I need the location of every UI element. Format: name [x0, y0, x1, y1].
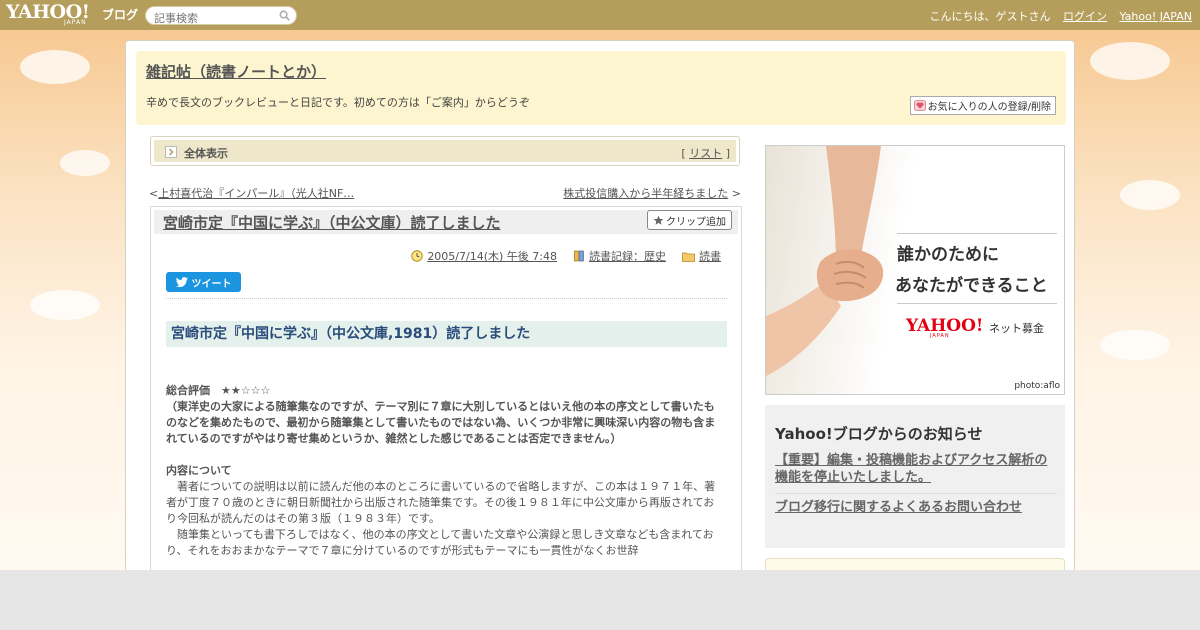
cloud-decoration	[60, 150, 110, 176]
logo-blog: ブログ	[102, 8, 139, 22]
cloud-decoration	[1100, 330, 1170, 360]
article-meta: 2005/7/14(木) 午後 7:48 読書記録：歴史 読書	[411, 248, 721, 264]
ad-banner[interactable]: 誰かのために あなたができること YAHOO! JAPAN ネット募金 phot…	[765, 145, 1065, 395]
content-heading: 内容について	[166, 464, 232, 477]
logo-sub: JAPAN	[64, 19, 87, 26]
news-divider	[775, 493, 1057, 494]
rating-note: （東洋史の大家による随筆集なのですが、テーマ別に７章に大別しているとはいえ他の本…	[166, 400, 716, 445]
cloud-decoration	[1090, 42, 1170, 80]
divider	[166, 298, 727, 299]
article-folder-link[interactable]: 読書	[699, 248, 721, 264]
cloud-decoration	[20, 50, 90, 84]
page-footer-background	[0, 570, 1200, 630]
list-link[interactable]: リスト	[689, 147, 722, 160]
next-arrow: >	[731, 187, 741, 200]
news-box: Yahoo!ブログからのお知らせ 【重要】編集・投稿機能およびアクセス解析の機能…	[765, 405, 1065, 548]
article-body: 総合評価 ★★☆☆☆ （東洋史の大家による随筆集なのですが、テーマ別に７章に大別…	[166, 383, 722, 559]
article-category-link[interactable]: 読書記録：歴史	[589, 248, 666, 264]
greeting-text: こんにちは、ゲストさん	[929, 10, 1051, 23]
news-title: Yahoo!ブログからのお知らせ	[775, 425, 983, 443]
list-bracket-open: [	[681, 147, 686, 160]
clock-icon	[411, 250, 424, 262]
search-input[interactable]	[154, 10, 278, 27]
news-item[interactable]: 【重要】編集・投稿機能およびアクセス解析の機能を停止いたしました。	[775, 452, 1057, 486]
list-bracket-close: ]	[725, 147, 730, 160]
book-icon	[574, 250, 584, 262]
article-title[interactable]: 宮崎市定『中国に学ぶ』（中公文庫）読了しました	[163, 212, 501, 233]
article-date: 2005/7/14(木) 午後 7:48	[411, 248, 557, 264]
tweet-button[interactable]: ツイート	[166, 272, 241, 292]
content-paragraph-1: 著者についての説明は以前に読んだ他の本のところに書いているので省略しますが、この…	[166, 480, 716, 525]
ad-line1: 誰かのために	[897, 245, 999, 265]
article-folder: 読書	[682, 248, 721, 264]
search-icon[interactable]	[279, 10, 290, 21]
clip-button-label: クリップ追加	[666, 216, 726, 228]
cloud-decoration	[30, 290, 100, 320]
clip-button[interactable]: クリップ追加	[647, 210, 732, 230]
article-title-bar: 宮崎市定『中国に学ぶ』（中公文庫）読了しました クリップ追加	[154, 210, 738, 234]
ad-yahoo-logo-sub: JAPAN	[930, 333, 950, 339]
content-paragraph-2: 随筆集といっても書下ろしではなく、他の本の序文として書いた文章や公演録と思しき文…	[166, 528, 714, 557]
yahoo-japan-link[interactable]: Yahoo! JAPAN	[1119, 10, 1192, 23]
prev-article-link[interactable]: 上村喜代治『インパール』（光人社NF…	[158, 187, 354, 200]
nav-bar-inner: 全体表示 [ リスト ]	[154, 140, 736, 162]
ad-rule	[897, 303, 1057, 304]
star-icon	[653, 215, 664, 225]
arrow-right-icon	[165, 146, 177, 158]
list-link-wrapper: [ リスト ]	[681, 145, 730, 161]
folder-icon	[682, 252, 695, 262]
cloud-decoration	[1120, 180, 1180, 210]
rating-label: 総合評価 ★★☆☆☆	[166, 384, 271, 397]
prev-article: <上村喜代治『インパール』（光人社NF…	[149, 185, 354, 201]
prev-next-nav: <上村喜代治『インパール』（光人社NF… 株式投信購入から半年経ちました >	[149, 185, 741, 201]
next-article: 株式投信購入から半年経ちました >	[563, 185, 741, 201]
search-box	[145, 6, 297, 27]
news-item[interactable]: ブログ移行に関するよくあるお問い合わせ	[775, 499, 1057, 516]
article-date-link[interactable]: 2005/7/14(木) 午後 7:48	[427, 248, 557, 264]
nav-bar: 全体表示 [ リスト ]	[150, 136, 740, 166]
login-link[interactable]: ログイン	[1063, 10, 1107, 23]
ad-photo-credit: photo:aflo	[1014, 381, 1060, 391]
article-category: 読書記録：歴史	[573, 248, 666, 264]
user-links: こんにちは、ゲストさん ログイン Yahoo! JAPAN	[920, 8, 1192, 24]
ad-service-name: ネット募金	[989, 322, 1044, 335]
ad-line2: あなたができること	[895, 276, 1048, 296]
prev-arrow: <	[149, 187, 159, 200]
all-view-link[interactable]: 全体表示	[184, 145, 228, 161]
twitter-bird-icon	[175, 277, 188, 287]
tweet-label: ツイート	[191, 278, 232, 290]
next-article-link[interactable]: 株式投信購入から半年経ちました	[563, 187, 728, 200]
ad-rule	[897, 233, 1057, 234]
article-subheading: 宮崎市定『中国に学ぶ』（中公文庫,1981）読了しました	[166, 321, 727, 347]
top-bar: YAHOO! JAPAN ブログ こんにちは、ゲストさん ログイン Yahoo!…	[0, 0, 1200, 30]
yahoo-blog-logo[interactable]: YAHOO! JAPAN ブログ	[6, 3, 138, 27]
article: 宮崎市定『中国に学ぶ』（中公文庫）読了しました クリップ追加 2005/7/14…	[150, 206, 742, 586]
